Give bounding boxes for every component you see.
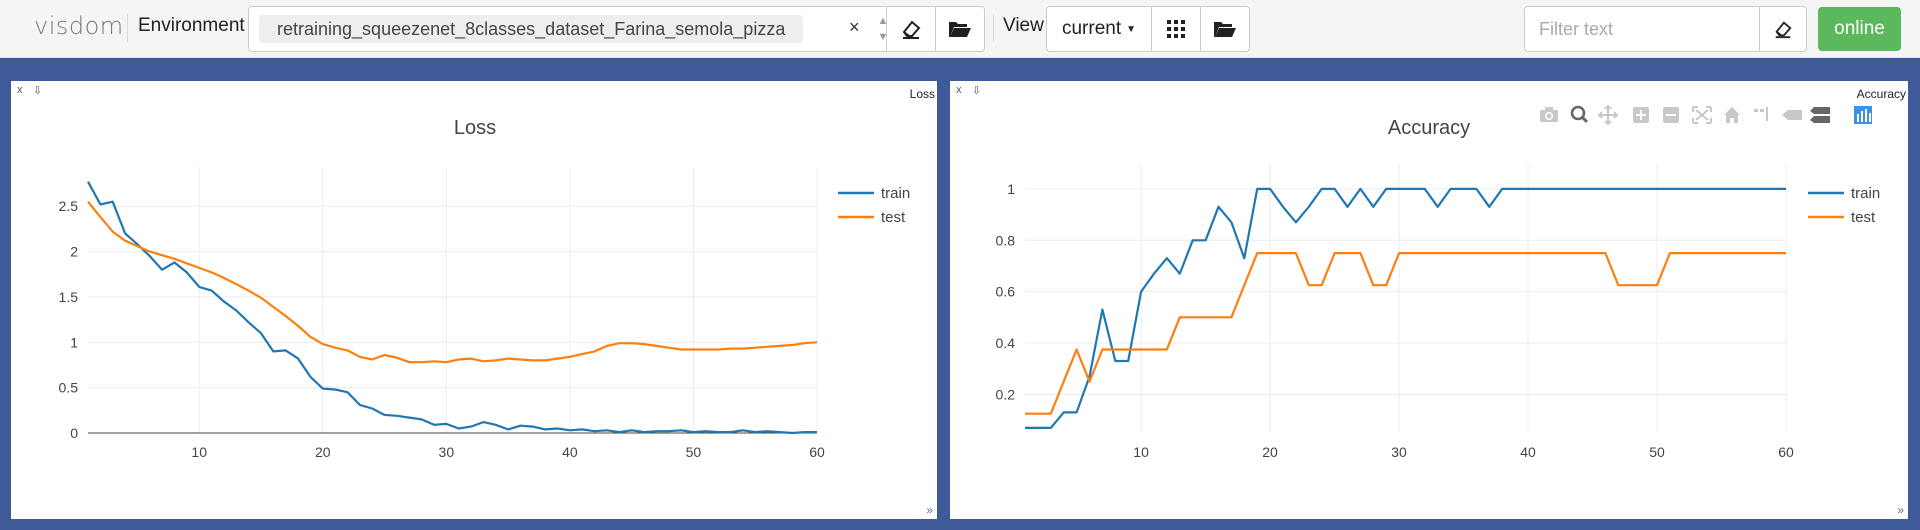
- x-tick-label: 50: [686, 444, 702, 460]
- y-tick-label: 1: [1007, 181, 1015, 197]
- accuracy-pane: Accuracy 10 20 30 40 50 60 0.2 0.4 0.6 0.8 1 train te…: [950, 81, 1908, 519]
- environment-chip[interactable]: retraining_squeezenet_8classes_dataset_F…: [259, 15, 804, 43]
- legend-label-test[interactable]: test: [1851, 209, 1876, 226]
- x-tick-label: 10: [191, 444, 207, 460]
- y-tick-label: 0.4: [996, 335, 1016, 351]
- y-tick-label: 2.5: [59, 198, 79, 214]
- series-line-test[interactable]: [87, 201, 818, 364]
- eraser-icon: [1775, 21, 1792, 39]
- autoscale-icon[interactable]: [1692, 106, 1712, 124]
- series-line-train[interactable]: [1025, 187, 1786, 429]
- x-tick-label: 30: [1391, 444, 1407, 460]
- pane-title-tab[interactable]: Accuracy: [1857, 87, 1906, 101]
- y-tick-label: 2: [70, 244, 78, 260]
- resize-handle-icon[interactable]: »: [926, 503, 933, 517]
- top-navbar: visdom Environment retraining_squeezenet…: [0, 0, 1920, 58]
- brand-divider: [127, 14, 128, 42]
- y-tick-label: 1: [70, 334, 78, 350]
- environment-label: Environment: [138, 15, 245, 36]
- online-status-button[interactable]: online: [1818, 7, 1901, 51]
- zoom-icon[interactable]: [1570, 105, 1589, 124]
- download-pane-icon[interactable]: ⇩: [33, 84, 42, 97]
- legend-label-test[interactable]: test: [881, 209, 906, 226]
- loss-pane: Loss 10 20 30 40 50 60 0 0.5 1 1.5 2 2.5 train test x …: [11, 81, 937, 519]
- plotly-logo-icon[interactable]: [1854, 106, 1872, 124]
- hover-closest-icon[interactable]: [1782, 110, 1802, 120]
- accuracy-chart[interactable]: Accuracy 10 20 30 40 50 60 0.2 0.4 0.6 0.8 1 train te…: [950, 81, 1908, 519]
- download-pane-icon[interactable]: ⇩: [972, 84, 981, 97]
- view-label: View: [1003, 15, 1044, 36]
- y-tick-label: 0: [70, 425, 78, 441]
- x-tick-label: 20: [315, 444, 331, 460]
- close-pane-icon[interactable]: x: [956, 84, 962, 96]
- y-tick-label: 0.6: [996, 284, 1016, 300]
- x-tick-label: 50: [1649, 444, 1665, 460]
- folder-open-icon: [949, 22, 971, 37]
- view-divider: [993, 14, 994, 42]
- x-tick-label: 20: [1262, 444, 1278, 460]
- x-tick-label: 60: [1778, 444, 1794, 460]
- manage-environments-button[interactable]: [935, 6, 985, 52]
- y-tick-label: 1.5: [59, 289, 79, 305]
- plot-modebar: [1540, 104, 1872, 126]
- y-tick-label: 0.2: [996, 386, 1016, 402]
- series-line-train[interactable]: [87, 181, 817, 435]
- chart-title: Accuracy: [1388, 117, 1470, 139]
- x-tick-label: 10: [1133, 444, 1149, 460]
- pane-title-tab[interactable]: Loss: [910, 87, 935, 101]
- x-tick-label: 60: [809, 444, 825, 460]
- folder-open-icon: [1214, 22, 1236, 37]
- camera-icon[interactable]: [1540, 107, 1558, 122]
- eraser-icon: [902, 20, 921, 39]
- close-pane-icon[interactable]: x: [17, 84, 23, 96]
- filter-text-input[interactable]: Filter text: [1524, 6, 1760, 52]
- clear-environment-icon[interactable]: ×: [849, 17, 860, 38]
- environment-select[interactable]: retraining_squeezenet_8classes_dataset_F…: [248, 6, 936, 52]
- hover-compare-icon[interactable]: [1810, 107, 1830, 123]
- zoom-out-icon[interactable]: [1663, 107, 1679, 123]
- grid-icon: [1167, 20, 1185, 38]
- x-tick-label: 40: [562, 444, 578, 460]
- legend-label-train[interactable]: train: [1851, 185, 1880, 202]
- x-tick-label: 40: [1520, 444, 1536, 460]
- loss-chart[interactable]: Loss 10 20 30 40 50 60 0 0.5 1 1.5 2 2.5 train test: [11, 81, 937, 519]
- y-tick-label: 0.8: [996, 232, 1016, 248]
- manage-views-button[interactable]: [1200, 6, 1250, 52]
- repack-layout-button[interactable]: [1151, 6, 1201, 52]
- series-line-test[interactable]: [1025, 252, 1786, 415]
- visdom-logo[interactable]: visdom: [34, 12, 124, 40]
- x-tick-label: 30: [439, 444, 455, 460]
- zoom-in-icon[interactable]: [1633, 107, 1649, 123]
- chart-title: Loss: [454, 117, 496, 139]
- resize-handle-icon[interactable]: »: [1897, 503, 1904, 517]
- home-icon[interactable]: [1724, 107, 1740, 123]
- caret-down-icon: ▼: [1126, 23, 1137, 35]
- view-select-value: current: [1061, 18, 1122, 39]
- view-select[interactable]: current ▼: [1046, 6, 1152, 52]
- pan-icon[interactable]: [1597, 104, 1619, 126]
- legend-label-train[interactable]: train: [881, 185, 910, 202]
- y-tick-label: 0.5: [59, 380, 79, 396]
- spike-lines-icon[interactable]: [1754, 107, 1768, 121]
- clear-environment-button[interactable]: [886, 6, 936, 52]
- clear-filter-button[interactable]: [1759, 6, 1807, 52]
